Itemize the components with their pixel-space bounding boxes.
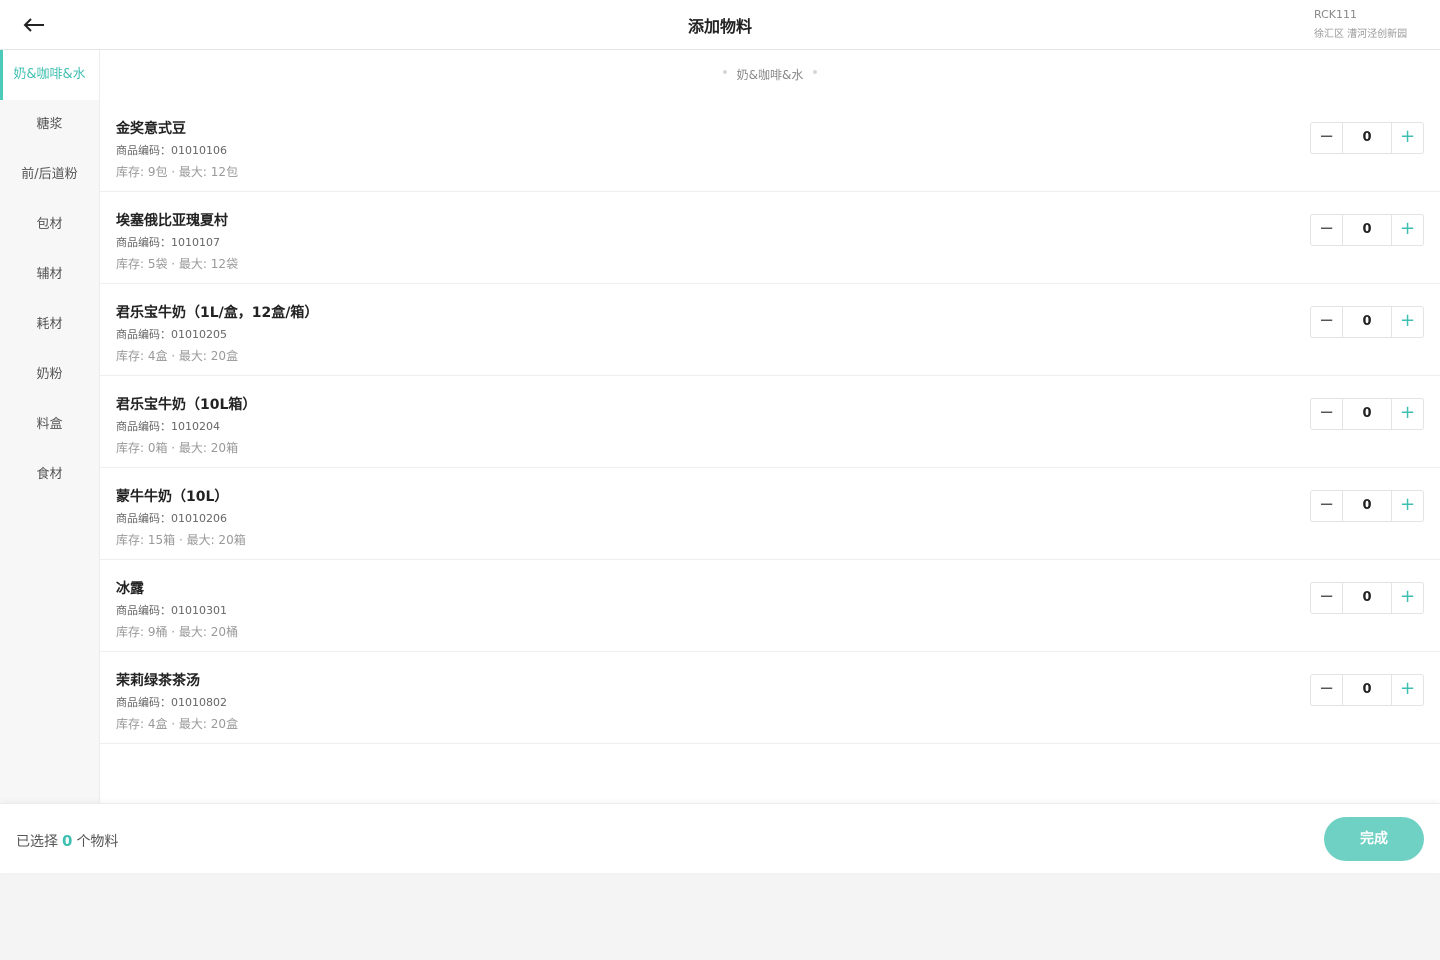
sidebar-item-milk-powder[interactable]: 奶粉 <box>0 350 99 400</box>
increment-button[interactable]: + <box>1391 491 1423 521</box>
product-stock: 库存: 0箱 · 最大: 20箱 <box>116 441 239 455</box>
list-item: 蒙牛牛奶（10L） 商品编码：01010206 库存: 15箱 · 最大: 20… <box>100 468 1440 560</box>
quantity-stepper: − 0 + <box>1310 398 1424 430</box>
decrement-button[interactable]: − <box>1311 583 1343 613</box>
section-dot-left <box>722 69 727 74</box>
increment-button[interactable]: + <box>1391 399 1423 429</box>
sidebar-item-milk-coffee-water[interactable]: 奶&咖啡&水 <box>0 50 99 100</box>
decrement-button[interactable]: − <box>1311 307 1343 337</box>
category-sidebar: 奶&咖啡&水 糖浆 前/后道粉 包材 辅材 耗材 奶粉 料盒 食材 <box>0 50 100 803</box>
decrement-button[interactable]: − <box>1311 215 1343 245</box>
product-name: 君乐宝牛奶（10L箱） <box>116 397 257 413</box>
list-item: 君乐宝牛奶（10L箱） 商品编码：1010204 库存: 0箱 · 最大: 20… <box>100 376 1440 468</box>
quantity-value[interactable]: 0 <box>1343 307 1391 337</box>
section-header: 奶&咖啡&水 <box>100 50 1440 100</box>
quantity-value[interactable]: 0 <box>1343 399 1391 429</box>
list-item: 金奖意式豆 商品编码：01010106 库存: 9包 · 最大: 12包 − 0… <box>100 100 1440 192</box>
quantity-value[interactable]: 0 <box>1343 491 1391 521</box>
sidebar-item-auxiliary[interactable]: 辅材 <box>0 250 99 300</box>
quantity-stepper: − 0 + <box>1310 306 1424 338</box>
increment-button[interactable]: + <box>1391 307 1423 337</box>
list-item: 冰露 商品编码：01010301 库存: 9桶 · 最大: 20桶 − 0 + <box>100 560 1440 652</box>
app-root: 添加物料 RCK111 徐汇区 漕河泾创新园 奶&咖啡&水 糖浆 前/后道粉 包… <box>0 0 1440 873</box>
done-button[interactable]: 完成 <box>1324 817 1424 861</box>
product-code: 商品编码：1010107 <box>116 236 220 249</box>
decrement-button[interactable]: − <box>1311 675 1343 705</box>
product-list: 奶&咖啡&水 金奖意式豆 商品编码：01010106 库存: 9包 · 最大: … <box>100 50 1440 803</box>
selected-suffix: 个物料 <box>76 834 119 850</box>
footer-bar: 已选择 0 个物料 完成 <box>0 803 1440 873</box>
store-info: RCK111 徐汇区 漕河泾创新园 <box>1314 8 1424 41</box>
product-stock: 库存: 5袋 · 最大: 12袋 <box>116 257 239 271</box>
product-name: 茉莉绿茶茶汤 <box>116 673 200 689</box>
list-item: 埃塞俄比亚瑰夏村 商品编码：1010107 库存: 5袋 · 最大: 12袋 −… <box>100 192 1440 284</box>
page-title: 添加物料 <box>687 17 752 36</box>
product-code: 商品编码：01010802 <box>116 696 227 709</box>
decrement-button[interactable]: − <box>1311 123 1343 153</box>
quantity-stepper: − 0 + <box>1310 214 1424 246</box>
selected-count: 0 <box>62 832 73 850</box>
increment-button[interactable]: + <box>1391 583 1423 613</box>
quantity-value[interactable]: 0 <box>1343 583 1391 613</box>
quantity-stepper: − 0 + <box>1310 674 1424 706</box>
sidebar-item-powder[interactable]: 前/后道粉 <box>0 150 99 200</box>
sidebar-item-material-box[interactable]: 料盒 <box>0 400 99 450</box>
section-dot-right <box>813 69 818 74</box>
product-stock: 库存: 15箱 · 最大: 20箱 <box>116 533 246 547</box>
product-stock: 库存: 4盒 · 最大: 20盒 <box>116 717 239 731</box>
product-code: 商品编码：1010204 <box>116 420 220 433</box>
product-stock: 库存: 9桶 · 最大: 20桶 <box>116 625 239 639</box>
selected-prefix: 已选择 <box>16 834 58 850</box>
quantity-value[interactable]: 0 <box>1343 675 1391 705</box>
product-code: 商品编码：01010205 <box>116 328 227 341</box>
increment-button[interactable]: + <box>1391 675 1423 705</box>
sidebar-item-packaging[interactable]: 包材 <box>0 200 99 250</box>
product-stock: 库存: 9包 · 最大: 12包 <box>116 165 239 179</box>
list-item: 君乐宝牛奶（1L/盒，12盒/箱） 商品编码：01010205 库存: 4盒 ·… <box>100 284 1440 376</box>
store-code: RCK111 <box>1314 8 1357 21</box>
product-code: 商品编码：01010301 <box>116 604 227 617</box>
quantity-value[interactable]: 0 <box>1343 123 1391 153</box>
decrement-button[interactable]: − <box>1311 399 1343 429</box>
product-name: 蒙牛牛奶（10L） <box>116 489 229 505</box>
increment-button[interactable]: + <box>1391 123 1423 153</box>
product-name: 君乐宝牛奶（1L/盒，12盒/箱） <box>116 305 319 321</box>
product-code: 商品编码：01010106 <box>116 144 227 157</box>
decrement-button[interactable]: − <box>1311 491 1343 521</box>
sidebar-item-syrup[interactable]: 糖浆 <box>0 100 99 150</box>
product-stock: 库存: 4盒 · 最大: 20盒 <box>116 349 239 363</box>
increment-button[interactable]: + <box>1391 215 1423 245</box>
product-name: 埃塞俄比亚瑰夏村 <box>116 213 228 229</box>
quantity-stepper: − 0 + <box>1310 490 1424 522</box>
sidebar-item-ingredients[interactable]: 食材 <box>0 450 99 500</box>
header: 添加物料 RCK111 徐汇区 漕河泾创新园 <box>0 0 1440 50</box>
selection-summary: 已选择 0 个物料 <box>16 831 118 851</box>
product-code: 商品编码：01010206 <box>116 512 227 525</box>
product-name: 金奖意式豆 <box>116 121 186 137</box>
list-item: 茉莉绿茶茶汤 商品编码：01010802 库存: 4盒 · 最大: 20盒 − … <box>100 652 1440 744</box>
section-title: 奶&咖啡&水 <box>736 68 804 82</box>
store-address: 徐汇区 漕河泾创新园 <box>1314 29 1408 40</box>
quantity-value[interactable]: 0 <box>1343 215 1391 245</box>
quantity-stepper: − 0 + <box>1310 582 1424 614</box>
sidebar-item-consumables[interactable]: 耗材 <box>0 300 99 350</box>
product-name: 冰露 <box>116 581 144 597</box>
quantity-stepper: − 0 + <box>1310 122 1424 154</box>
